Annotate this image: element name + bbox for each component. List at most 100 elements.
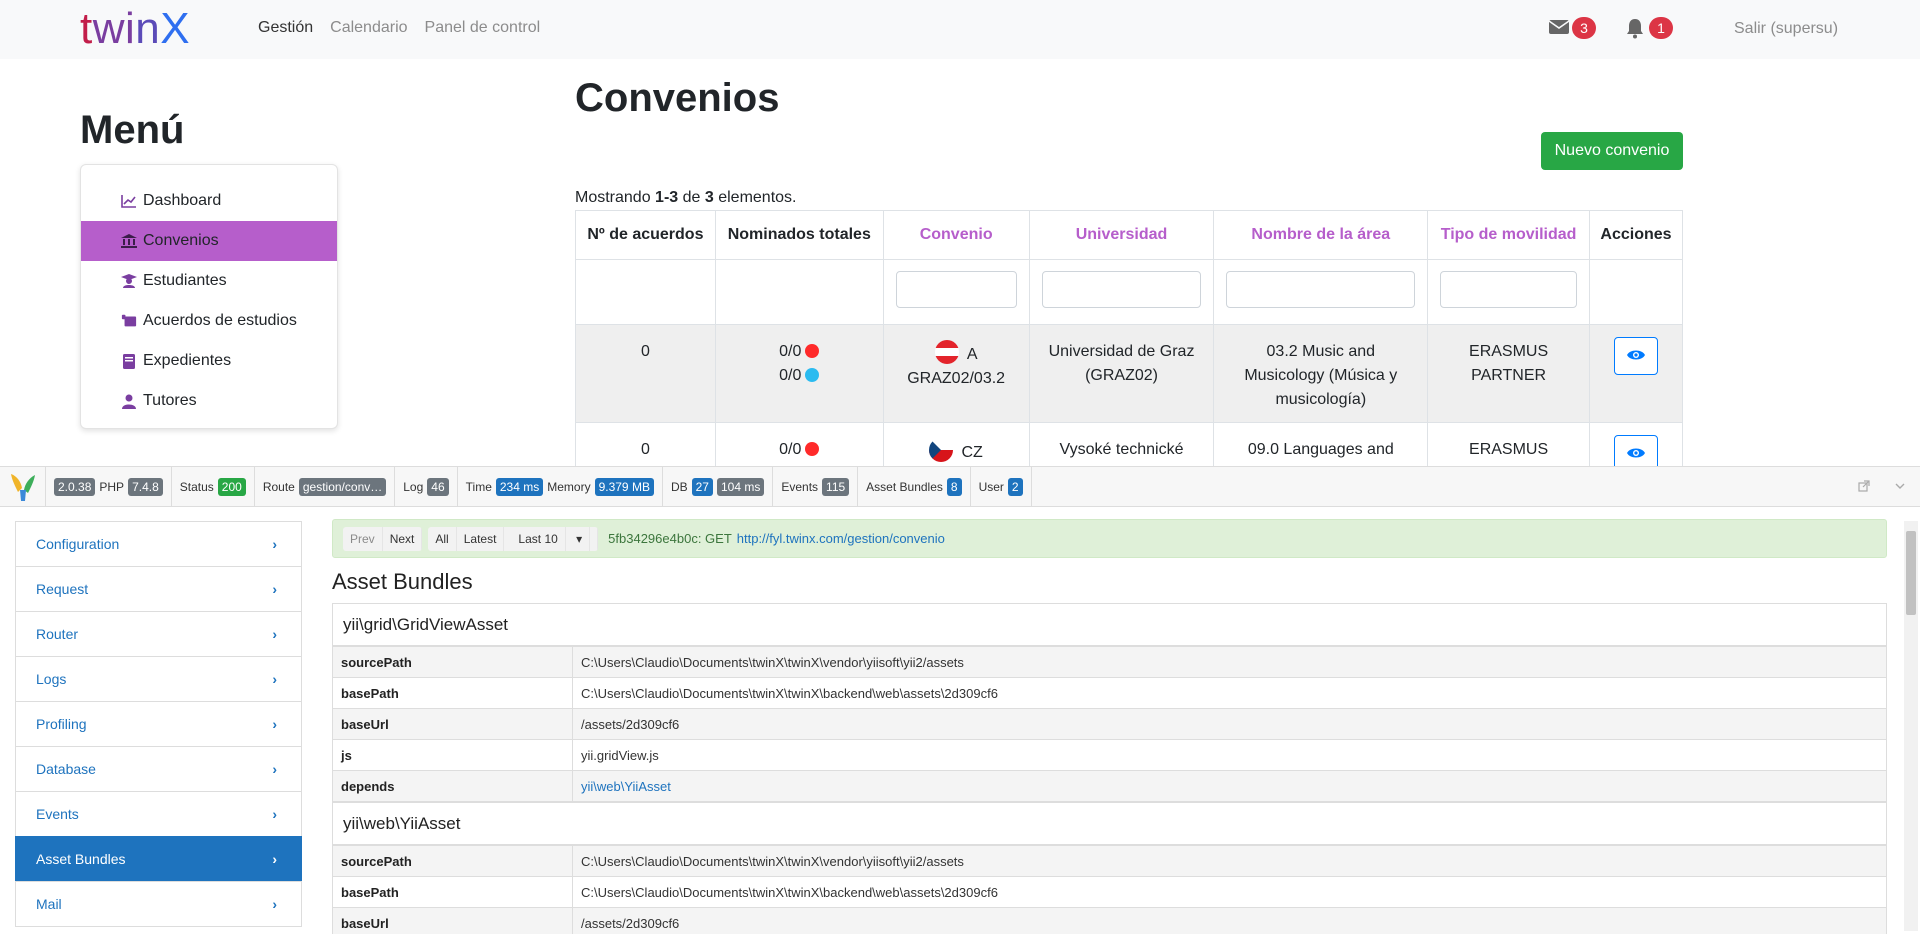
debug-nav-request[interactable]: Request › bbox=[15, 566, 302, 612]
brand-logo[interactable]: twinX bbox=[80, 4, 190, 54]
chevron-right-icon: › bbox=[272, 626, 277, 642]
debug-nav-database[interactable]: Database › bbox=[15, 746, 302, 792]
bundle-key: basePath bbox=[332, 876, 573, 908]
debug-db-block[interactable]: DB 27 104 ms bbox=[663, 467, 774, 506]
column-header-universidad[interactable]: Universidad bbox=[1028, 210, 1215, 260]
log-count: 46 bbox=[427, 477, 449, 496]
bundle-row: sourcePath C:\Users\Claudio\Documents\twi… bbox=[332, 845, 1887, 877]
menu-item-convenios[interactable]: Convenios bbox=[81, 221, 337, 261]
chevron-right-icon: › bbox=[272, 806, 277, 822]
filter-cell bbox=[1213, 259, 1429, 325]
cell-area: 03.2 Music and Musicology (Música y musi… bbox=[1213, 324, 1429, 423]
chevron-down-icon[interactable] bbox=[1894, 479, 1906, 495]
debug-nav-label: Database bbox=[36, 761, 96, 777]
scrollbar-thumb[interactable] bbox=[1906, 531, 1916, 615]
menu-item-label: Acuerdos de estudios bbox=[143, 312, 297, 329]
column-header-acuerdos: Nº de acuerdos bbox=[575, 210, 716, 260]
chevron-right-icon: › bbox=[272, 536, 277, 552]
cell-acuerdos: 0 bbox=[575, 324, 716, 423]
next-button[interactable]: Next bbox=[382, 526, 423, 551]
bundle-key: depends bbox=[332, 770, 573, 802]
logout-link[interactable]: Salir (supersu) bbox=[1734, 20, 1838, 38]
bundle-key: basePath bbox=[332, 677, 573, 709]
filter-convenio-input[interactable] bbox=[895, 271, 1017, 308]
yii-logo-icon[interactable] bbox=[0, 467, 46, 506]
debug-user-block[interactable]: User 2 bbox=[971, 467, 1032, 506]
debug-status-block[interactable]: Status 200 bbox=[172, 467, 255, 506]
time-value: 234 ms bbox=[495, 477, 544, 496]
messages-badge[interactable]: 3 bbox=[1572, 17, 1596, 39]
user-count: 2 bbox=[1007, 477, 1023, 496]
debug-nav-asset-bundles[interactable]: Asset Bundles › bbox=[15, 836, 302, 882]
db-time: 104 ms bbox=[716, 477, 765, 496]
debug-nav-profiling[interactable]: Profiling › bbox=[15, 701, 302, 747]
filter-universidad-input[interactable] bbox=[1041, 271, 1202, 308]
debug-events-block[interactable]: Events 115 bbox=[773, 467, 859, 506]
convenio-line: CZ bbox=[884, 438, 1029, 465]
bundle-row: depends yii\web\YiiAsset bbox=[332, 770, 1887, 802]
bundle-value: yii.gridView.js bbox=[572, 739, 1887, 771]
debug-nav-router[interactable]: Router › bbox=[15, 611, 302, 657]
menu-item-estudiantes[interactable]: Estudiantes bbox=[81, 261, 337, 301]
prev-button[interactable]: Prev bbox=[343, 526, 383, 551]
debug-nav-configuration[interactable]: Configuration › bbox=[15, 521, 302, 567]
view-button[interactable] bbox=[1614, 337, 1658, 375]
menu-item-expedientes[interactable]: Expedientes bbox=[81, 341, 337, 381]
bundle-key: js bbox=[332, 739, 573, 771]
all-button[interactable]: All bbox=[428, 526, 457, 551]
filter-cell bbox=[1028, 259, 1215, 325]
area-line: Musicology (Música y bbox=[1244, 367, 1398, 384]
debug-version-block[interactable]: 2.0.38 PHP 7.4.8 bbox=[46, 467, 172, 506]
column-header-area[interactable]: Nombre de la área bbox=[1213, 210, 1429, 260]
debug-panel-scrollbar[interactable] bbox=[1904, 521, 1918, 931]
menu-item-tutores[interactable]: Tutores bbox=[81, 381, 337, 421]
column-header-movilidad[interactable]: Tipo de movilidad bbox=[1427, 210, 1590, 260]
last-10-dropdown[interactable]: Last 10 ▾ bbox=[504, 526, 599, 551]
debug-assets-block[interactable]: Asset Bundles 8 bbox=[858, 467, 971, 506]
envelope-icon[interactable] bbox=[1548, 17, 1572, 39]
debug-nav-label: Configuration bbox=[36, 536, 120, 552]
filter-cell bbox=[1427, 259, 1590, 325]
status-label: Status bbox=[179, 479, 214, 494]
debug-nav-label: Router bbox=[36, 626, 79, 642]
bundle-value: /assets/2d309cf6 bbox=[572, 907, 1887, 934]
bundle-dependency-link[interactable]: yii\web\YiiAsset bbox=[572, 770, 1887, 802]
chevron-right-icon: › bbox=[272, 851, 277, 867]
bundle-name: yii\grid\GridViewAsset bbox=[332, 603, 1887, 646]
status-dot-blue-icon bbox=[805, 368, 820, 382]
debug-route-block[interactable]: Route gestion/conv… bbox=[255, 467, 396, 506]
movilidad-line: ERASMUS bbox=[1469, 343, 1549, 360]
nav-link-gestion[interactable]: Gestión bbox=[258, 19, 313, 37]
bundle-value: C:\Users\Claudio\Documents\twinX\twinX\v… bbox=[572, 845, 1887, 877]
debug-log-block[interactable]: Log 46 bbox=[395, 467, 458, 506]
nav-link-panel-de-control[interactable]: Panel de control bbox=[425, 19, 541, 37]
debug-nav-mail[interactable]: Mail › bbox=[15, 881, 302, 927]
bundle-row: js yii.gridView.js bbox=[332, 739, 1887, 771]
debug-nav-logs[interactable]: Logs › bbox=[15, 656, 302, 702]
memory-label: Memory bbox=[547, 479, 591, 494]
tutor-icon bbox=[121, 394, 137, 409]
menu-item-acuerdos-de-estudios[interactable]: Acuerdos de estudios bbox=[81, 301, 337, 341]
bell-icon[interactable] bbox=[1625, 17, 1649, 39]
events-label: Events bbox=[781, 479, 819, 494]
brand-letter: w bbox=[92, 4, 126, 53]
debug-nav-label: Logs bbox=[36, 671, 67, 687]
user-label: User bbox=[978, 479, 1004, 494]
request-url-link[interactable]: http://fyl.twinx.com/gestion/convenio bbox=[737, 531, 945, 546]
notifications-badge[interactable]: 1 bbox=[1649, 17, 1673, 39]
external-link-icon[interactable] bbox=[1858, 479, 1870, 495]
debug-nav-events[interactable]: Events › bbox=[15, 791, 302, 837]
debug-time-block[interactable]: Time 234 ms Memory 9.379 MB bbox=[458, 467, 663, 506]
column-header-convenio[interactable]: Convenio bbox=[882, 210, 1030, 260]
assets-label: Asset Bundles bbox=[866, 479, 943, 494]
filter-movilidad-input[interactable] bbox=[1440, 271, 1577, 308]
menu-item-dashboard[interactable]: Dashboard bbox=[81, 181, 337, 221]
nav-link-calendario[interactable]: Calendario bbox=[330, 19, 407, 37]
scroll-icon bbox=[121, 314, 137, 328]
new-convenio-button[interactable]: Nuevo convenio bbox=[1541, 132, 1683, 170]
route-value: gestion/conv… bbox=[298, 477, 387, 496]
debug-toolbar: 2.0.38 PHP 7.4.8 Status 200 Route gestio… bbox=[0, 466, 1920, 507]
convenio-line: A bbox=[884, 340, 1029, 367]
latest-button[interactable]: Latest bbox=[456, 526, 505, 551]
filter-area-input[interactable] bbox=[1226, 271, 1416, 308]
